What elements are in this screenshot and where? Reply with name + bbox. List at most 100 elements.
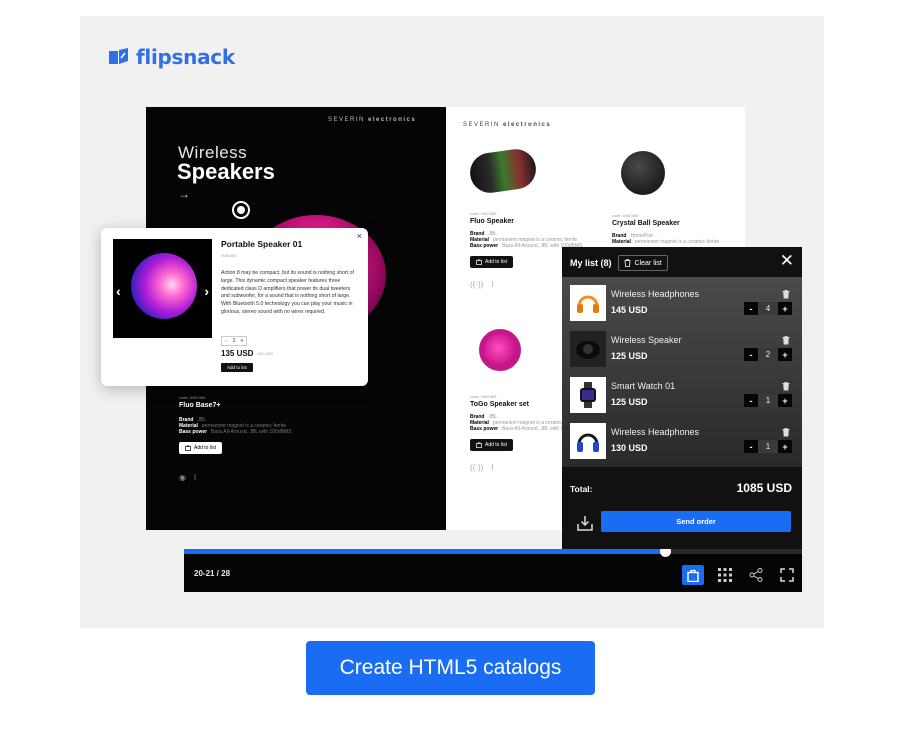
- decrement-button[interactable]: -: [744, 440, 758, 453]
- cart-item: Wireless Headphones 130 USD - 1 +: [570, 421, 794, 461]
- item-name: Wireless Headphones: [611, 289, 700, 299]
- cart-close-icon[interactable]: ✕: [780, 251, 794, 271]
- togo-speaker-image: [479, 329, 521, 371]
- wireless-icon: ((·)): [470, 463, 484, 472]
- popup-quantity-stepper[interactable]: - 1 +: [221, 336, 247, 346]
- left-product: code: 0987465 Fluo Base7+ Brand JBL Mater…: [179, 395, 292, 456]
- popup-add-to-list-button[interactable]: Add to list: [221, 363, 253, 372]
- quantity-stepper[interactable]: - 2 +: [744, 348, 792, 361]
- fullscreen-button[interactable]: [776, 565, 798, 585]
- trash-icon: [624, 259, 631, 267]
- item-name: Wireless Speaker: [611, 335, 682, 345]
- increment-button[interactable]: +: [778, 440, 792, 453]
- flipsnack-logo-icon: [109, 48, 128, 64]
- brand-suffix: electronics: [503, 122, 552, 128]
- cart-title: My list (8): [570, 258, 612, 268]
- add-to-list-label: Add to list: [485, 442, 507, 448]
- product-code: code: 0987465: [612, 213, 639, 218]
- popup-description: Action 8 may be compact, but its sound i…: [221, 270, 354, 315]
- brand-suffix: electronics: [368, 117, 417, 123]
- record-icon: ◉: [179, 473, 186, 482]
- send-order-button[interactable]: Send order: [601, 511, 791, 532]
- download-list-button[interactable]: [576, 514, 594, 532]
- popup-old-price: 150 USD: [257, 351, 274, 356]
- page-brand-right: SEVERIN electronics: [463, 122, 551, 128]
- shopping-bag-icon: [687, 569, 699, 582]
- spec-row: Material permanent magnet is a ceramic fe…: [612, 239, 720, 245]
- cart-header: My list (8) Clear list: [570, 255, 668, 271]
- headphones-orange-icon: [570, 285, 606, 321]
- quantity-stepper[interactable]: - 1 +: [744, 440, 792, 453]
- fullscreen-icon: [780, 568, 794, 582]
- popup-code: 9080480: [221, 253, 237, 258]
- quantity-value: 1: [758, 394, 778, 407]
- decrement-button[interactable]: -: [744, 394, 758, 407]
- quantity-value: 1: [758, 440, 778, 453]
- create-catalogs-button[interactable]: Create HTML5 catalogs: [306, 641, 595, 695]
- increment-button[interactable]: +: [778, 302, 792, 315]
- decrement-button[interactable]: -: [744, 302, 758, 315]
- total-value: 1085 USD: [736, 481, 792, 495]
- product-code: code: 0987465: [470, 211, 497, 216]
- hotspot-icon[interactable]: [232, 201, 250, 219]
- cart-item: Smart Watch 01 125 USD - 1 +: [570, 375, 794, 415]
- mic-icon: ǀ: [491, 280, 494, 289]
- decrement-button[interactable]: -: [222, 337, 230, 345]
- trash-icon: [782, 382, 790, 391]
- item-name: Wireless Headphones: [611, 427, 700, 437]
- page-brand-left: SEVERIN electronics: [328, 117, 416, 123]
- smart-watch-icon: [570, 377, 606, 413]
- hero-title-line2: Speakers: [177, 159, 275, 184]
- add-to-list-button[interactable]: Add to list: [179, 442, 222, 454]
- bag-icon: [476, 442, 482, 448]
- add-to-list-label: Add to list: [194, 445, 216, 451]
- product-name: Fluo Speaker: [470, 218, 514, 225]
- page-progress-track[interactable]: [184, 546, 802, 557]
- product-name: Crystal Ball Speaker: [612, 220, 680, 227]
- quantity-value: 1: [232, 338, 236, 344]
- trash-icon: [782, 290, 790, 299]
- add-to-list-button[interactable]: Add to list: [470, 439, 513, 451]
- decrement-button[interactable]: -: [744, 348, 758, 361]
- add-to-list-button[interactable]: Add to list: [470, 256, 513, 268]
- total-label: Total:: [570, 484, 593, 494]
- product-name: Fluo Base7+: [179, 402, 221, 409]
- speaker-black-icon: [570, 331, 606, 367]
- grid-icon: [718, 568, 732, 582]
- bag-icon: [476, 259, 482, 265]
- cart-items: Wireless Headphones 145 USD - 4 + Wirele…: [562, 277, 802, 467]
- thumbnails-button[interactable]: [714, 565, 736, 585]
- increment-button[interactable]: +: [778, 394, 792, 407]
- quantity-stepper[interactable]: - 1 +: [744, 394, 792, 407]
- increment-button[interactable]: +: [238, 337, 246, 345]
- page-indicator: 20-21 / 28: [194, 569, 231, 578]
- popup-close-icon[interactable]: ×: [357, 231, 362, 241]
- chevron-left-icon[interactable]: ‹: [116, 283, 121, 299]
- download-icon: [577, 516, 593, 531]
- cart-item: Wireless Speaker 125 USD - 2 +: [570, 329, 794, 369]
- viewer-toolbar: 20-21 / 28: [184, 546, 802, 592]
- increment-button[interactable]: +: [778, 348, 792, 361]
- bag-icon: [185, 445, 191, 451]
- product-code: code: 0987465: [179, 395, 206, 400]
- shopping-list-panel: My list (8) Clear list ✕ Wireless Headph…: [562, 247, 802, 549]
- share-icon: [749, 568, 763, 582]
- add-to-list-label: Add to list: [485, 259, 507, 265]
- clear-list-label: Clear list: [634, 259, 662, 267]
- product-crystal-ball: code: 0987465 Crystal Ball Speaker Brand…: [612, 213, 719, 245]
- item-price: 130 USD: [611, 443, 648, 453]
- chevron-right-icon[interactable]: ›: [204, 283, 209, 299]
- trash-icon: [782, 428, 790, 437]
- speaker-ball-image: [131, 253, 197, 319]
- quantity-stepper[interactable]: - 4 +: [744, 302, 792, 315]
- share-button[interactable]: [745, 565, 767, 585]
- cart-item: Wireless Headphones 145 USD - 4 +: [570, 283, 794, 323]
- popup-price: 135 USD: [221, 349, 254, 358]
- clear-list-button[interactable]: Clear list: [617, 255, 668, 271]
- brand-logo: flipsnack: [108, 45, 235, 69]
- quantity-value: 2: [758, 348, 778, 361]
- quantity-value: 4: [758, 302, 778, 315]
- shopping-list-button[interactable]: [682, 565, 704, 585]
- page-progress-fill: [184, 549, 666, 554]
- popup-product-image: ‹ ›: [113, 239, 212, 338]
